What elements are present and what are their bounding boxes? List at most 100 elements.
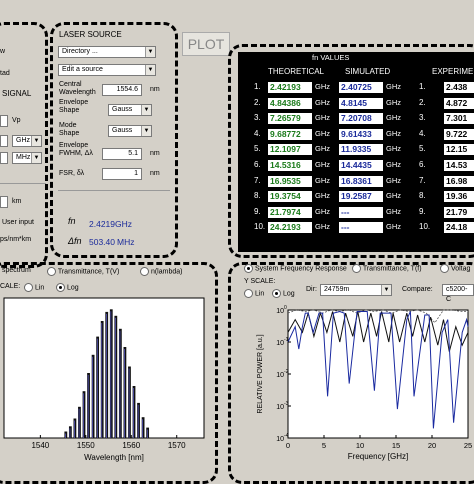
radio-selected-icon xyxy=(272,289,281,298)
row-index: 10. xyxy=(419,222,431,232)
frequency-response-chart: 10 010 -110 -210 -310 -40 5 10 15 20 25Frequency [… xyxy=(257,305,472,461)
directory-combo[interactable]: Directory ... ▼ xyxy=(58,46,156,58)
laser-source-title: LASER SOURCE xyxy=(59,30,122,39)
envelope-shape-combo[interactable]: Gauss ▼ xyxy=(108,104,152,116)
unit-label: GHz xyxy=(315,206,330,216)
unit-label: GHz xyxy=(386,222,401,232)
mode-shape-combo[interactable]: Gauss ▼ xyxy=(108,125,152,137)
chevron-down-icon: ▼ xyxy=(145,65,155,75)
mode-shape-label: Mode Shape xyxy=(59,122,80,137)
fsr-unit: nm xyxy=(150,170,160,177)
frequency-unit-combo[interactable]: GHz ▼ xyxy=(12,135,42,147)
fiber-length-input[interactable] xyxy=(0,196,8,208)
x-tick-label: 5 xyxy=(322,441,326,450)
theoretical-value: 4.84386 xyxy=(268,97,312,109)
unit-label: GHz xyxy=(386,113,401,123)
experimental-value: 19.36 xyxy=(444,191,474,203)
row-index: 4. xyxy=(419,128,426,138)
simulated-value: 19.2587 xyxy=(339,191,383,203)
chevron-down-icon: ▼ xyxy=(145,47,155,57)
label-tad: tad xyxy=(0,70,10,77)
y-tick-label: 10 xyxy=(276,436,284,443)
theoretical-value: 19.3754 xyxy=(268,191,312,203)
fsr-input[interactable]: 1 xyxy=(102,168,142,180)
envelope-fwhm-input[interactable]: 5.1 xyxy=(102,148,142,160)
envelope-fwhm-label: Envelope FWHM, Δλ xyxy=(59,142,93,157)
spectrum-bar xyxy=(128,366,131,438)
envelope-shape-label: Envelope Shape xyxy=(59,99,89,114)
spectrum-chart: 1540 1550 1560 1570 Wavelength [nm] xyxy=(3,297,205,462)
signal-bw-input[interactable] xyxy=(0,152,8,164)
unit-label: GHz xyxy=(386,175,401,185)
y-axis-label: RELATIVE POWER [a.u.] xyxy=(257,334,264,413)
simulated-value: --- xyxy=(339,222,383,234)
signal-amplitude-input[interactable] xyxy=(0,115,8,127)
unit-label: GHz xyxy=(315,144,330,154)
experimental-value: 2.438 xyxy=(444,82,474,93)
label-w: w xyxy=(0,48,6,55)
mhz-unit-combo[interactable]: MHz ▼ xyxy=(12,152,42,164)
simulated-value: 11.9335 xyxy=(339,144,383,156)
row-index: 7. xyxy=(254,175,261,185)
radio-selected-icon xyxy=(56,283,65,292)
radio-icon xyxy=(140,267,149,276)
unit-label: GHz xyxy=(315,128,330,138)
nlambda-label: n(lambda) xyxy=(150,268,183,276)
divider xyxy=(58,190,170,191)
unit-label: GHz xyxy=(386,206,401,216)
radio-rg-lin[interactable]: Lin xyxy=(244,289,264,298)
plot-area xyxy=(3,297,205,439)
radio-transmittance[interactable]: Transmittance, T(V) xyxy=(47,267,119,276)
theoretical-header: THEORETICAL xyxy=(268,67,325,76)
label-dispersion-unit: ps/nm*km xyxy=(0,236,32,243)
spectrum-bar xyxy=(78,406,81,438)
transmittance-label: Transmittance, T(V) xyxy=(57,268,120,276)
compare-label: Compare: xyxy=(402,286,433,293)
experimental-value: 21.79 xyxy=(444,206,474,218)
unit-label: GHz xyxy=(315,191,330,201)
theoretical-value: 7.26579 xyxy=(268,113,312,125)
spectrum-bar xyxy=(137,402,140,438)
spectrum-bar xyxy=(68,426,72,438)
experimental-header: EXPERIME xyxy=(432,67,474,76)
compare-combo[interactable]: c5200-C xyxy=(442,284,474,303)
dir-combo[interactable]: 24759m ▼ xyxy=(320,284,392,296)
rg-lin-label: Lin xyxy=(254,290,265,298)
radio-rg-log[interactable]: Log xyxy=(272,289,295,298)
spectrum-bar xyxy=(123,347,127,438)
theoretical-value: 24.2193 xyxy=(268,222,312,234)
row-index: 10. xyxy=(254,222,266,232)
edit-source-combo[interactable]: Edit a source ▼ xyxy=(58,64,156,76)
spectrum-bar xyxy=(118,328,122,438)
experimental-value: 12.15 xyxy=(444,144,474,156)
spectrum-bar xyxy=(132,386,136,438)
row-index: 6. xyxy=(254,160,261,169)
y-tick-exponent: 0 xyxy=(284,305,287,311)
dir-value: 24759m xyxy=(324,286,350,293)
radio-log[interactable]: Log xyxy=(56,283,79,292)
df-value: 503.40 xyxy=(89,237,115,247)
signal-freq-input[interactable] xyxy=(0,135,8,147)
radio-voltage[interactable]: Voltag xyxy=(440,264,470,273)
chevron-down-icon: ▼ xyxy=(31,136,41,146)
spectrum-bar xyxy=(82,391,86,438)
plot-button[interactable]: PLOT xyxy=(182,32,230,56)
experimental-value: 24.18 xyxy=(444,222,474,234)
radio-nlambda[interactable]: n(lambda) xyxy=(140,267,182,276)
row-index: 9. xyxy=(254,206,261,216)
simulated-value: 4.8145 xyxy=(339,97,383,109)
simulated-value: 16.8361 xyxy=(339,175,383,187)
central-wavelength-input[interactable]: 1554.6 xyxy=(102,84,142,96)
chevron-down-icon: ▼ xyxy=(141,105,151,115)
radio-spectrum[interactable]: spectrum xyxy=(2,267,31,275)
unit-label: GHz xyxy=(315,97,330,107)
row-index: 2. xyxy=(419,97,426,107)
y-tick-exponent: -2 xyxy=(284,369,289,375)
theoretical-value: 12.1097 xyxy=(268,144,312,156)
radio-rg-transmittance[interactable]: Transmittance, T(f) xyxy=(352,264,422,273)
simulated-value: --- xyxy=(339,206,383,218)
radio-lin[interactable]: Lin xyxy=(24,283,44,292)
spectrum-bar xyxy=(109,309,113,438)
radio-sfr[interactable]: System Frequency Response xyxy=(244,264,347,273)
row-index: 5. xyxy=(254,144,261,154)
